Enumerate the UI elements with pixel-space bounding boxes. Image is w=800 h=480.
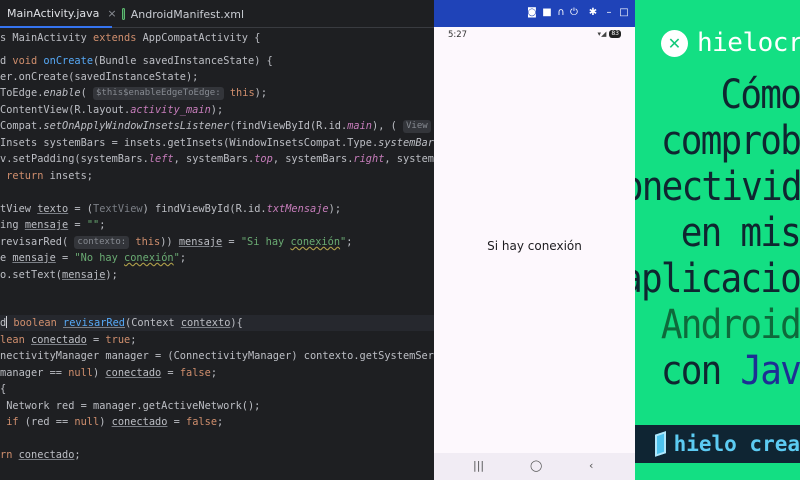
headphones-icon[interactable]: ∩: [555, 7, 567, 19]
code-line: nectivityManager manager = (Connectivity…: [0, 350, 434, 362]
minimize-icon[interactable]: –: [603, 7, 615, 19]
title-line: aplicacio: [635, 256, 800, 302]
title-prefix: con: [660, 348, 741, 394]
code-area[interactable]: s MainActivity extends AppCompatActivity…: [0, 28, 434, 480]
code-line: tView texto = (TextView) findViewById(R.…: [0, 203, 342, 215]
code-line: ToEdge.enable( $this$enableEdgeToEdge: t…: [0, 87, 268, 100]
code-line: Insets systemBars = insets.getInsets(Win…: [0, 137, 434, 149]
title-line-java: con Jav: [635, 348, 800, 394]
title-line: Cómo: [720, 72, 800, 118]
phone-nav-bar: ||| ◯ ‹: [434, 453, 635, 480]
title-line-android: Android: [660, 302, 800, 348]
home-icon[interactable]: ◯: [530, 460, 542, 472]
hielocrea-logo-icon: ✕: [661, 29, 688, 57]
title-java-word: Jav: [740, 348, 800, 394]
editor-tab-bar: MainActivity.java × AndroidManifest.xml: [0, 0, 434, 28]
video-icon[interactable]: ■: [541, 7, 553, 19]
tab-androidmanifest[interactable]: AndroidManifest.xml: [114, 0, 244, 28]
code-line: lean conectado = true;: [0, 334, 137, 346]
title-line: conectivid: [635, 164, 800, 210]
code-editor-panel: MainActivity.java × AndroidManifest.xml …: [0, 0, 434, 480]
article-title: Cómo comprob conectivid en mis aplicacio…: [635, 72, 800, 394]
code-line: manager == null) conectado = false;: [0, 367, 218, 379]
settings-icon[interactable]: ✱: [587, 7, 599, 19]
camera-icon[interactable]: ◙: [526, 7, 538, 19]
battery-icon: 83: [609, 30, 621, 38]
phone-status-bar: 5:27 ▾◢ 83: [434, 27, 635, 45]
brand-header: ✕ hielocrea: [661, 28, 800, 58]
back-icon[interactable]: ‹: [589, 460, 593, 472]
app-screen: Si hay conexión: [434, 45, 635, 453]
code-line: s MainActivity extends AppCompatActivity…: [0, 32, 261, 44]
code-line: e mensaje = "No hay conexión";: [0, 252, 187, 264]
code-line: o.setText(mensaje);: [0, 269, 118, 281]
xml-file-icon: [122, 8, 125, 20]
footer-brand-text: hielo crea: [673, 432, 800, 456]
emulator-toolbar: ◙ ■ ∩ ⏻ ✱ – □: [434, 0, 635, 27]
status-time: 5:27: [448, 30, 468, 40]
code-line: er.onCreate(savedInstanceState);: [0, 71, 199, 83]
status-icons: ▾◢ 83: [597, 30, 621, 38]
title-line: en mis: [680, 210, 800, 256]
code-line: d void onCreate(Bundle savedInstanceStat…: [0, 55, 273, 67]
tab-mainactivity[interactable]: MainActivity.java ×: [0, 0, 117, 28]
connection-message: Si hay conexión: [487, 239, 582, 253]
banner-bottom-band: [635, 463, 800, 480]
code-line: revisarRed( contexto: this)) mensaje = "…: [0, 236, 353, 249]
code-line: rn conectado;: [0, 449, 81, 461]
code-line: ing mensaje = "";: [0, 219, 106, 231]
promo-banner: ✕ hielocrea Cómo comprob conectivid en m…: [635, 0, 800, 480]
code-line: ContentView(R.layout.activity_main);: [0, 104, 224, 116]
ice-cube-icon: [655, 431, 666, 457]
brand-footer: hielo crea: [635, 425, 800, 463]
android-emulator: ◙ ■ ∩ ⏻ ✱ – □ 5:27 ▾◢ 83 Si hay conexión…: [434, 0, 635, 480]
tab-label: MainActivity.java: [7, 6, 100, 20]
power-icon[interactable]: ⏻: [568, 7, 580, 19]
code-line: Network red = manager.getActiveNetwork()…: [0, 400, 261, 412]
signal-icon: ▾◢: [597, 30, 607, 38]
code-line: v.setPadding(systemBars.left, systemBars…: [0, 153, 434, 165]
code-line: {: [0, 383, 7, 395]
recents-icon[interactable]: |||: [473, 460, 484, 472]
title-line: comprob: [660, 118, 800, 164]
code-line-current: d boolean revisarRed(Context contexto){: [0, 315, 434, 332]
code-line: Compat.setOnApplyWindowInsetsListener(fi…: [0, 118, 434, 134]
maximize-icon[interactable]: □: [618, 7, 630, 19]
brand-name: hielocrea: [697, 28, 800, 58]
code-line: if (red == null) conectado = false;: [6, 416, 224, 428]
tab-label: AndroidManifest.xml: [130, 7, 244, 21]
code-line: return insets;: [6, 170, 94, 182]
